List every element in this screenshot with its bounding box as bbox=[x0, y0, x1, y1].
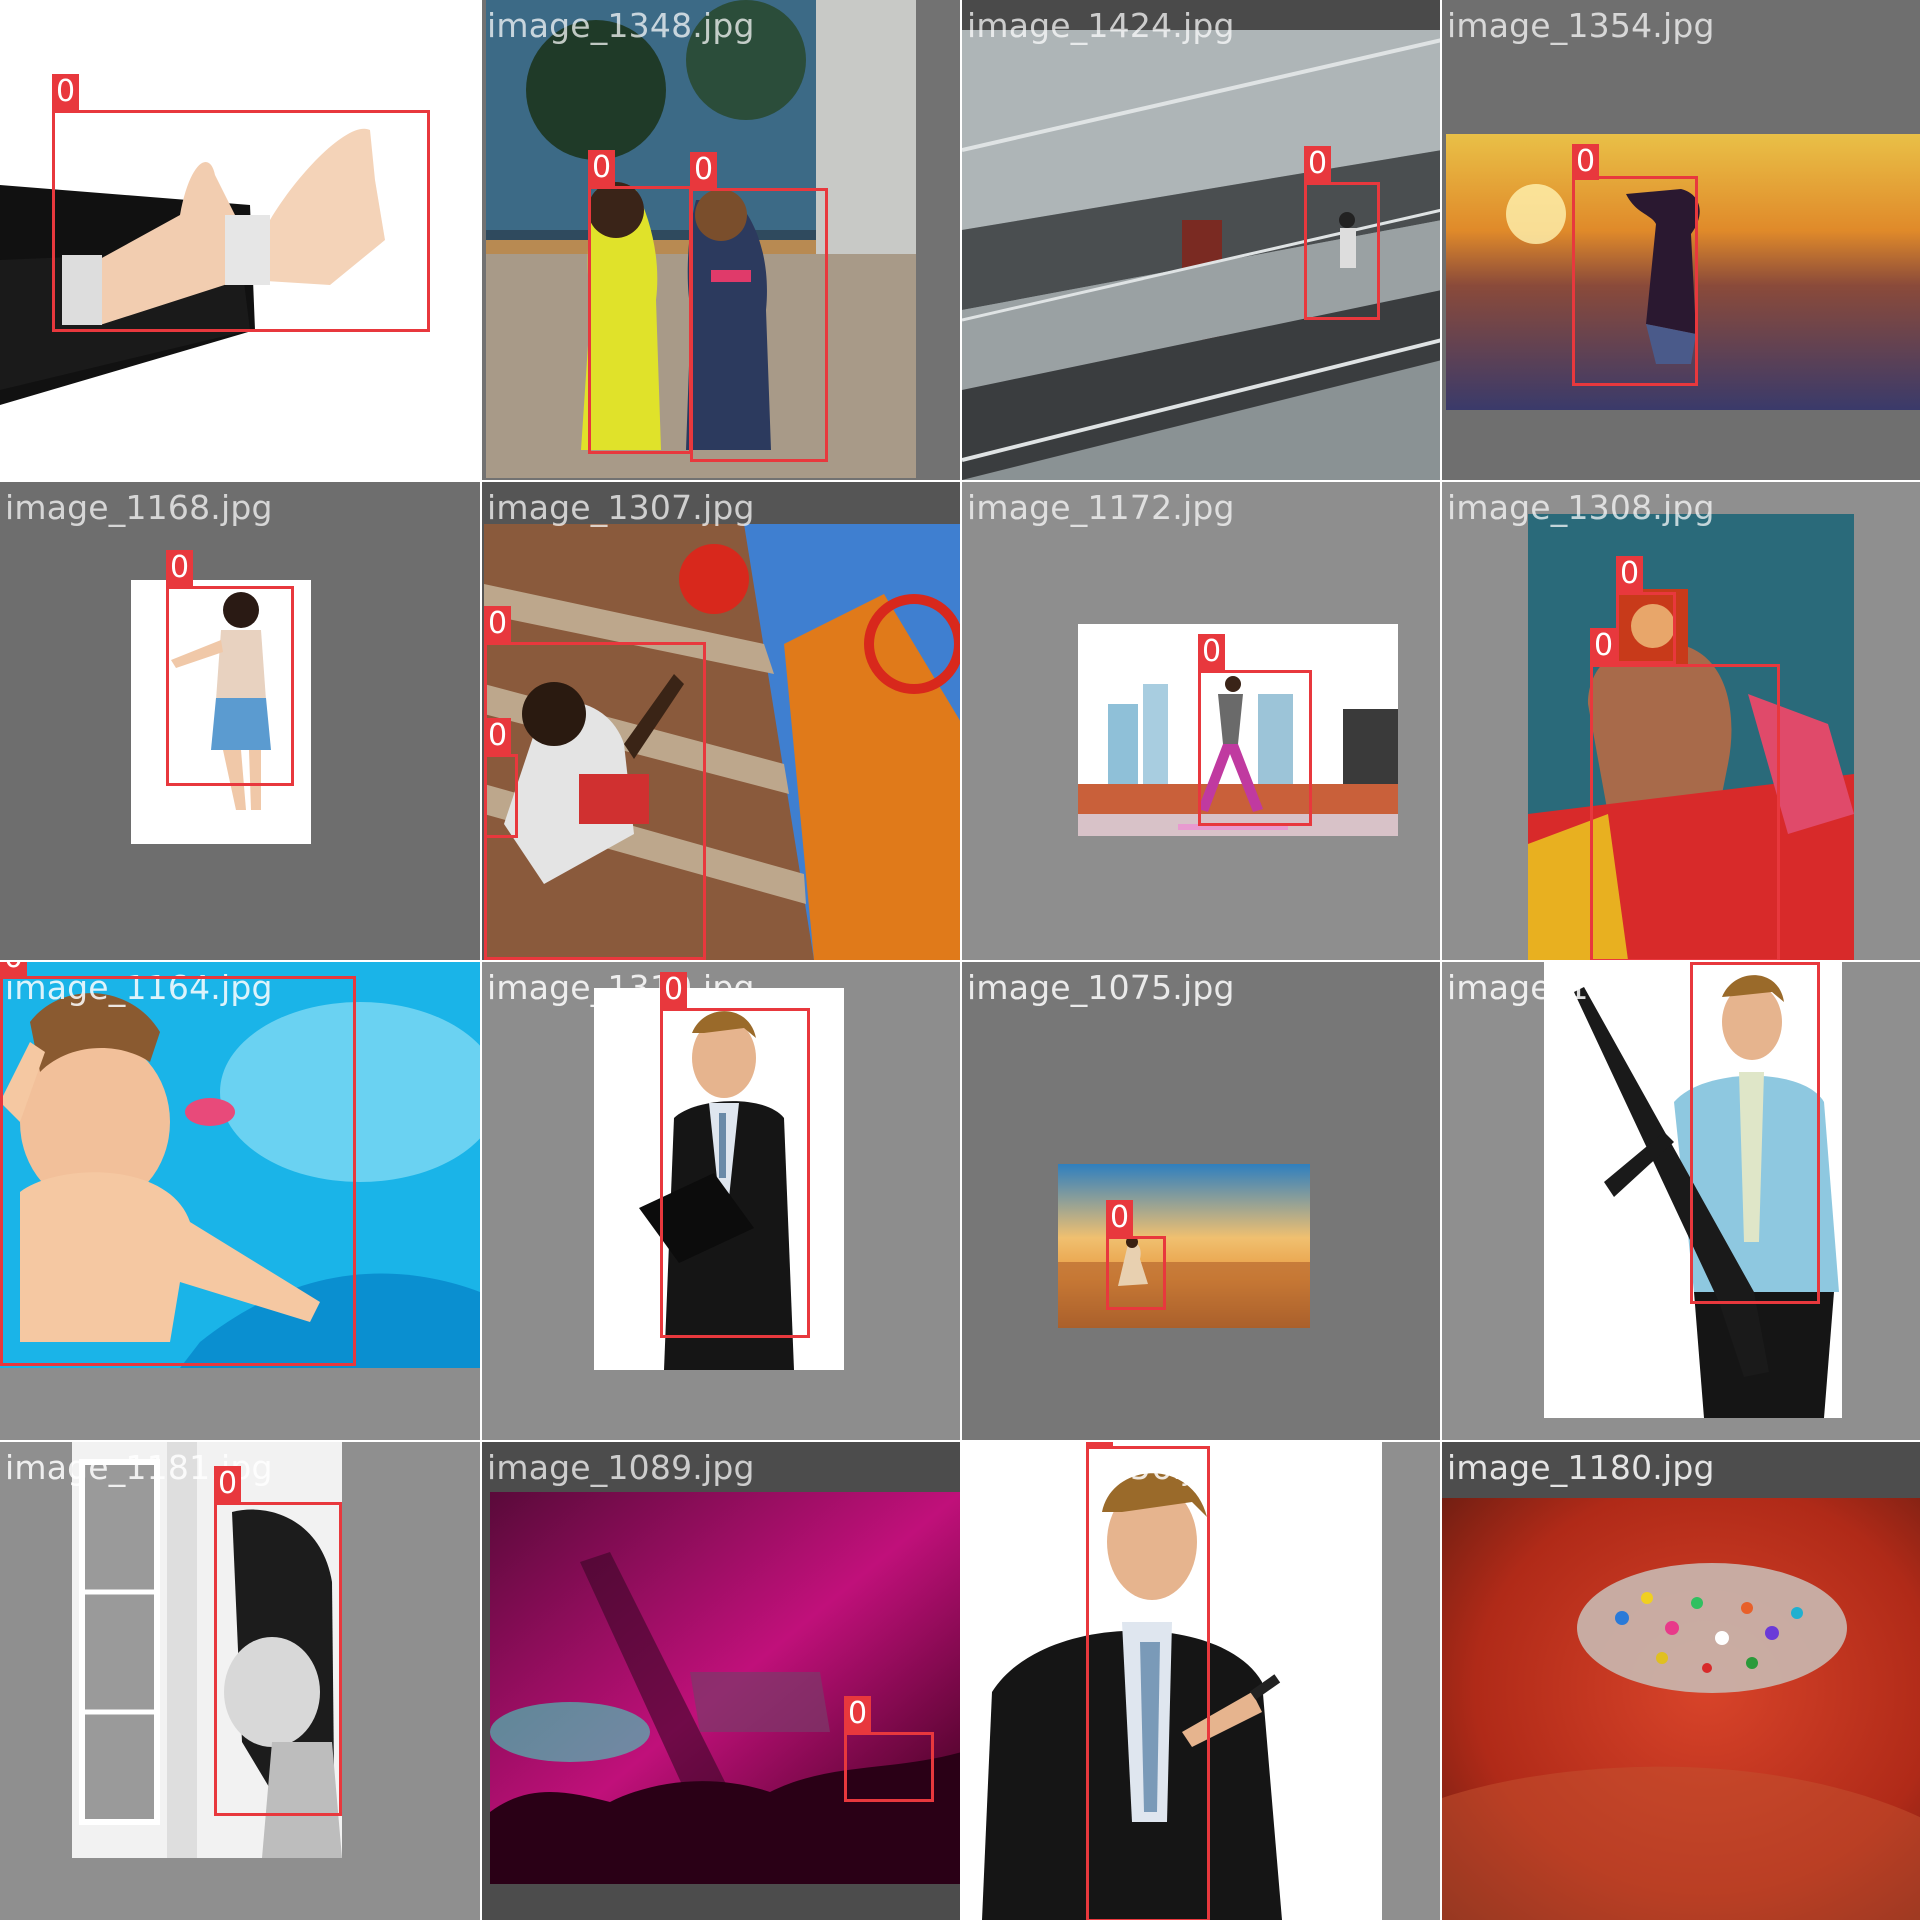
bounding-box bbox=[588, 186, 692, 454]
filename-label: image_1168.jpg bbox=[5, 488, 273, 527]
box-class-label: 0 bbox=[1616, 556, 1644, 592]
bounding-box bbox=[1304, 182, 1380, 320]
box-class-label: 0 bbox=[588, 150, 616, 186]
filename-label: image_1307.jpg bbox=[487, 488, 755, 527]
box-class-label: 0 bbox=[166, 550, 194, 586]
bounding-box bbox=[1616, 592, 1676, 664]
box-class-label: 0 bbox=[1690, 960, 1717, 962]
box-class-label: 0 bbox=[1590, 628, 1618, 664]
tile-image-1310: image_1310.jpg 0 bbox=[480, 960, 960, 1440]
tile-image-1164: image_1164.jpg 0 bbox=[0, 960, 480, 1440]
bounding-box bbox=[1572, 176, 1698, 386]
tile-image-1424: image_1424.jpg 0 bbox=[960, 0, 1440, 480]
box-class-label: 0 bbox=[484, 606, 512, 642]
box-class-label: 0 bbox=[214, 1466, 242, 1502]
box-class-label: 0 bbox=[1572, 144, 1600, 180]
bounding-box bbox=[52, 110, 430, 332]
bounding-box bbox=[690, 188, 828, 462]
tile-image-1075: image_1075.jpg 0 bbox=[960, 960, 1440, 1440]
photo bbox=[490, 1492, 960, 1884]
bounding-box bbox=[1198, 670, 1312, 826]
mosaic-grid: image_1090.jpg 0 image_1348.jpg 0 0 imag… bbox=[0, 0, 1920, 1920]
tile-image-1307: image_1307.jpg 0 0 bbox=[480, 480, 960, 960]
photo bbox=[1442, 1498, 1920, 1920]
box-class-label: 0 bbox=[844, 1696, 872, 1732]
tile-image-1354: image_1354.jpg 0 bbox=[1440, 0, 1920, 480]
tile-image-1348: image_1348.jpg 0 0 bbox=[480, 0, 960, 480]
bounding-box bbox=[214, 1502, 342, 1816]
bounding-box bbox=[0, 976, 356, 1366]
tile-image-1168: image_1168.jpg 0 bbox=[0, 480, 480, 960]
box-class-label: 0 bbox=[1304, 146, 1332, 182]
tile-image-1308: image_1308.jpg 0 0 bbox=[1440, 480, 1920, 960]
tile-image-1172: image_1172.jpg 0 bbox=[960, 480, 1440, 960]
box-class-label: 0 bbox=[1198, 634, 1226, 670]
box-class-label: 0 bbox=[1106, 1200, 1134, 1236]
box-class-label: 0 bbox=[52, 74, 80, 110]
bounding-box bbox=[1106, 1236, 1166, 1310]
tile-image-1181: image_1181.jpg 0 bbox=[0, 1440, 480, 1920]
tile-image-1180: image_1180.jpg bbox=[1440, 1440, 1920, 1920]
bounding-box bbox=[844, 1732, 934, 1802]
box-class-label: 0 bbox=[0, 962, 28, 976]
filename-label: image_1075.jpg bbox=[967, 968, 1235, 1007]
tile-image-1090: image_1090.jpg 0 bbox=[0, 0, 480, 480]
tile-image-1089: image_1089.jpg 0 bbox=[480, 1440, 960, 1920]
bounding-box bbox=[1590, 664, 1780, 960]
box-class-label: 0 bbox=[690, 152, 718, 188]
bounding-box bbox=[1690, 962, 1820, 1304]
bounding-box bbox=[484, 754, 518, 838]
bounding-box bbox=[660, 1008, 810, 1338]
filename-label: image_1089.jpg bbox=[487, 1448, 755, 1487]
filename-label: image_1180.jpg bbox=[1447, 1448, 1715, 1487]
bounding-box bbox=[1086, 1446, 1210, 1920]
tile-image-1226: image_1226.jpg 0 bbox=[1440, 960, 1920, 1440]
photo bbox=[1058, 1164, 1310, 1328]
box-class-label: 0 bbox=[660, 972, 688, 1008]
filename-label: image_1354.jpg bbox=[1447, 6, 1715, 45]
box-class-label: 0 bbox=[1086, 1442, 1114, 1446]
tile-image-1256: image_1256.jpg 0 bbox=[960, 1440, 1440, 1920]
box-class-label: 0 bbox=[484, 718, 512, 754]
filename-label: image_1172.jpg bbox=[967, 488, 1235, 527]
bounding-box bbox=[166, 586, 294, 786]
